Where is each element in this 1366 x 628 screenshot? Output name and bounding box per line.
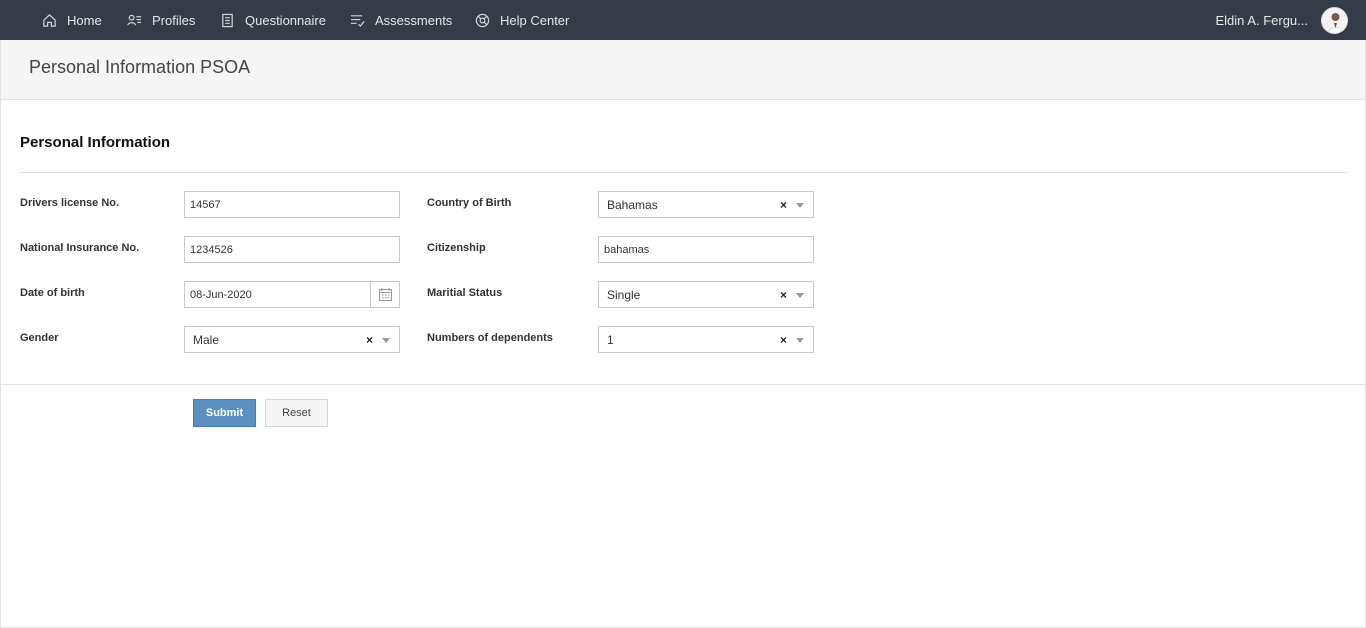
- form-footer-divider: [1, 384, 1366, 385]
- citizenship-field[interactable]: bahamas: [598, 236, 814, 263]
- nav-help-center[interactable]: Help Center: [475, 0, 569, 40]
- assessments-icon: [350, 14, 365, 27]
- calendar-icon: [378, 288, 392, 301]
- dependents-chevron-down-icon[interactable]: [796, 338, 804, 343]
- country-chevron-down-icon[interactable]: [796, 203, 804, 208]
- submit-button[interactable]: Submit: [193, 399, 256, 427]
- marital-status-value: Single: [607, 287, 641, 302]
- nav-help-center-label: Help Center: [500, 12, 570, 28]
- nav-questionnaire-label: Questionnaire: [245, 12, 326, 28]
- avatar-image: [1322, 7, 1347, 33]
- marital-chevron-down-icon[interactable]: [796, 293, 804, 298]
- help-icon: [475, 13, 490, 27]
- nav-home-label: Home: [67, 12, 102, 28]
- dependents-select[interactable]: 1 ×: [598, 326, 814, 353]
- section-divider: [19, 172, 1348, 173]
- citizenship-label: Citizenship: [427, 242, 486, 254]
- nav-profiles-label: Profiles: [152, 12, 196, 28]
- date-of-birth-value: 08-Jun-2020: [190, 288, 252, 301]
- country-of-birth-label: Country of Birth: [427, 197, 512, 209]
- gender-chevron-down-icon[interactable]: [382, 338, 390, 343]
- section-title: Personal Information: [20, 134, 171, 151]
- drivers-license-field[interactable]: 14567: [184, 191, 400, 218]
- marital-clear-icon[interactable]: ×: [780, 288, 787, 302]
- national-insurance-label: National Insurance No.: [20, 242, 140, 254]
- avatar[interactable]: [1321, 6, 1348, 34]
- national-insurance-field[interactable]: 1234526: [184, 236, 400, 263]
- nav-assessments-label: Assessments: [375, 12, 453, 28]
- gender-label: Gender: [20, 332, 59, 344]
- page-title: Personal Information PSOA: [29, 57, 251, 77]
- drivers-license-label: Drivers license No.: [20, 197, 120, 209]
- national-insurance-value: 1234526: [190, 243, 233, 256]
- country-of-birth-select[interactable]: Bahamas ×: [598, 191, 814, 218]
- gender-value: Male: [193, 332, 220, 347]
- profiles-icon: [127, 14, 142, 25]
- dependents-label: Numbers of dependents: [427, 332, 553, 344]
- citizenship-value: bahamas: [604, 243, 650, 256]
- page-header: Personal Information PSOA: [0, 40, 1366, 100]
- reset-button[interactable]: Reset: [265, 399, 328, 427]
- nav-assessments[interactable]: Assessments: [350, 0, 452, 40]
- country-of-birth-value: Bahamas: [607, 197, 658, 212]
- home-icon: [43, 13, 56, 27]
- user-name: Eldin A. Fergu...: [1215, 12, 1309, 28]
- nav-profiles[interactable]: Profiles: [127, 0, 195, 40]
- country-clear-icon[interactable]: ×: [780, 198, 787, 212]
- user-menu[interactable]: Eldin A. Fergu...: [1215, 0, 1348, 40]
- drivers-license-value: 14567: [190, 198, 221, 211]
- date-of-birth-label: Date of birth: [20, 287, 85, 299]
- top-navbar: Home Profiles Questionnaire Assessments …: [0, 0, 1366, 40]
- nav-questionnaire[interactable]: Questionnaire: [220, 0, 326, 40]
- calendar-button[interactable]: [370, 281, 399, 308]
- questionnaire-icon: [222, 13, 233, 27]
- dependents-value: 1: [607, 332, 614, 347]
- marital-status-select[interactable]: Single ×: [598, 281, 814, 308]
- gender-clear-icon[interactable]: ×: [366, 333, 373, 347]
- dependents-clear-icon[interactable]: ×: [780, 333, 787, 347]
- gender-select[interactable]: Male ×: [184, 326, 400, 353]
- main-content: Personal Information Drivers license No.…: [0, 100, 1366, 628]
- date-of-birth-field[interactable]: 08-Jun-2020: [184, 281, 400, 308]
- marital-status-label: Maritial Status: [427, 287, 503, 299]
- nav-home[interactable]: Home: [42, 0, 102, 40]
